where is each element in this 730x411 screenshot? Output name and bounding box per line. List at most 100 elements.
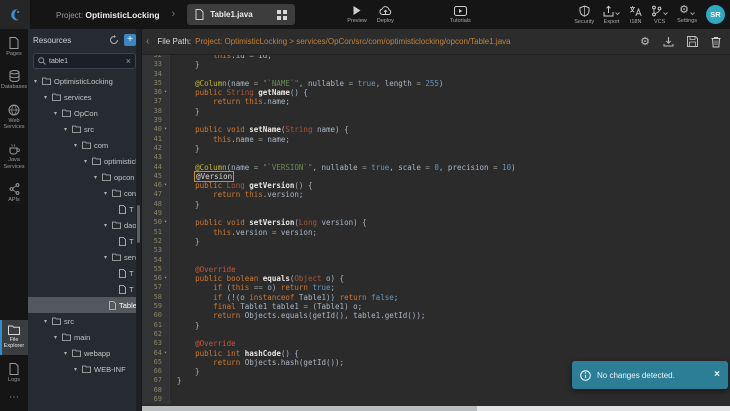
sidebar-item-java-services[interactable]: Java Services bbox=[0, 138, 28, 175]
expand-arrow-icon[interactable]: ▾ bbox=[72, 142, 79, 149]
app-logo-icon[interactable] bbox=[0, 0, 30, 29]
save-icon[interactable] bbox=[687, 36, 698, 47]
expand-arrow-icon[interactable]: ▾ bbox=[92, 174, 99, 181]
tree-item-services[interactable]: ▾services bbox=[28, 89, 141, 105]
tab-table1-java[interactable]: Table1.java bbox=[187, 4, 295, 25]
expand-arrow-icon[interactable]: ▾ bbox=[102, 254, 109, 261]
tree-item-t[interactable]: T bbox=[28, 265, 141, 281]
chevron-down-icon bbox=[615, 5, 620, 16]
sidebar-item-pages[interactable]: Pages bbox=[0, 32, 28, 62]
toast-close-icon[interactable]: × bbox=[714, 370, 720, 380]
line-number: 38 bbox=[154, 107, 162, 116]
line-number: 54 bbox=[154, 256, 162, 265]
line-number: 50 bbox=[154, 218, 162, 227]
export-button[interactable]: Export bbox=[603, 5, 620, 25]
code-line-53: 53 bbox=[142, 246, 730, 255]
tutorials-button[interactable]: Tutorials bbox=[450, 6, 471, 24]
expand-arrow-icon[interactable]: ▾ bbox=[42, 94, 49, 101]
fold-arrow-icon[interactable]: ▾ bbox=[162, 218, 169, 227]
code-line-41: 41 this.name = name; bbox=[142, 135, 730, 144]
sidebar-item-apis[interactable]: APIs bbox=[0, 178, 28, 208]
tree-item-opcon[interactable]: ▾opcon bbox=[28, 169, 141, 185]
refresh-icon[interactable] bbox=[109, 35, 119, 45]
resources-panel: Resources + × ▾OptimisticLocking▾service… bbox=[28, 29, 142, 411]
fold-arrow-icon[interactable]: ▾ bbox=[162, 88, 169, 97]
sidebar-item-databases[interactable]: Databases bbox=[0, 65, 28, 95]
line-number: 66 bbox=[154, 367, 162, 376]
tree-item-t[interactable]: T bbox=[28, 201, 141, 217]
grid-icon[interactable] bbox=[277, 10, 287, 20]
file-settings-gear-icon[interactable]: ⚙ bbox=[640, 37, 650, 47]
deploy-button[interactable]: Deploy bbox=[377, 5, 394, 24]
tree-item-controller[interactable]: ▾controller bbox=[28, 185, 141, 201]
line-number: 43 bbox=[154, 153, 162, 162]
user-avatar[interactable]: SR bbox=[706, 5, 725, 24]
tree-item-dao[interactable]: ▾dao bbox=[28, 217, 141, 233]
clear-search-icon[interactable]: × bbox=[126, 57, 131, 66]
code-line-33: 33 } bbox=[142, 60, 730, 69]
fold-arrow-icon[interactable]: ▾ bbox=[162, 181, 169, 190]
more-icon[interactable]: ⋯ bbox=[0, 388, 28, 411]
tree-item-table1-java[interactable]: Table1.java bbox=[28, 297, 141, 313]
code-line-42: 42 } bbox=[142, 144, 730, 153]
fold-arrow-icon[interactable]: ▾ bbox=[162, 125, 169, 134]
tree-item-t[interactable]: T bbox=[28, 233, 141, 249]
expand-arrow-icon[interactable]: ▾ bbox=[62, 126, 69, 133]
tree-item-optimisticlocking[interactable]: ▾ OptimisticLocking bbox=[28, 73, 141, 89]
sidebar-item-file-explorer[interactable]: File Explorer bbox=[0, 320, 28, 355]
code-line-38: 38 } bbox=[142, 107, 730, 116]
line-number: 37 bbox=[154, 97, 162, 106]
tree-item-src[interactable]: ▾src bbox=[28, 313, 141, 329]
expand-arrow-icon[interactable]: ▾ bbox=[42, 318, 49, 325]
folder-icon bbox=[102, 173, 111, 181]
file-icon bbox=[119, 205, 126, 214]
line-number: 68 bbox=[154, 386, 162, 395]
expand-arrow-icon[interactable]: ▾ bbox=[72, 366, 79, 373]
expand-arrow-icon[interactable]: ▾ bbox=[32, 78, 39, 85]
tree-item-web-inf[interactable]: ▾WEB-INF bbox=[28, 361, 141, 377]
line-number: 65 bbox=[154, 358, 162, 367]
tree-item-src[interactable]: ▾src bbox=[28, 121, 141, 137]
horizontal-scrollbar[interactable] bbox=[142, 406, 730, 411]
expand-arrow-icon[interactable]: ▾ bbox=[62, 350, 69, 357]
expand-arrow-icon[interactable]: ▾ bbox=[52, 110, 59, 117]
fold-arrow-icon[interactable]: ▾ bbox=[162, 349, 169, 358]
add-resource-button[interactable]: + bbox=[124, 34, 136, 46]
sidebar-item-logs[interactable]: Logs bbox=[0, 358, 28, 388]
line-number: 52 bbox=[154, 237, 162, 246]
tree-item-com[interactable]: ▾com bbox=[28, 137, 141, 153]
folder-icon bbox=[72, 349, 81, 357]
code-line-69: 69 bbox=[142, 395, 730, 404]
tree-item-optimisticlocking[interactable]: ▾optimisticlocking bbox=[28, 153, 141, 169]
i18n-button[interactable]: I18N bbox=[629, 5, 642, 25]
search-input[interactable] bbox=[49, 58, 123, 65]
code-line-43: 43 bbox=[142, 153, 730, 162]
file-tree: ▾OptimisticLocking▾services▾OpCon▾src▾co… bbox=[28, 73, 141, 411]
tree-item-label: T bbox=[129, 269, 134, 278]
settings-button[interactable]: ⚙ Settings bbox=[677, 5, 697, 24]
expand-arrow-icon[interactable]: ▾ bbox=[102, 190, 109, 197]
tree-item-main[interactable]: ▾main bbox=[28, 329, 141, 345]
download-icon[interactable] bbox=[663, 36, 674, 47]
expand-arrow-icon[interactable]: ▾ bbox=[102, 222, 109, 229]
expand-arrow-icon[interactable]: ▾ bbox=[52, 334, 59, 341]
tree-item-t[interactable]: T bbox=[28, 281, 141, 297]
delete-icon[interactable] bbox=[711, 36, 721, 48]
tree-item-webapp[interactable]: ▾webapp bbox=[28, 345, 141, 361]
tree-item-service[interactable]: ▾service bbox=[28, 249, 141, 265]
code-line-40: 40▾ public void setName(String name) { bbox=[142, 125, 730, 134]
tree-item-opcon[interactable]: ▾OpCon bbox=[28, 105, 141, 121]
header-tools: Security Export I18N VCS bbox=[574, 5, 730, 25]
code-line-47: 47 return this.version; bbox=[142, 190, 730, 199]
tree-item-label: OptimisticLocking bbox=[54, 77, 113, 86]
collapse-panel-icon[interactable]: ‹ bbox=[146, 37, 149, 47]
code-editor[interactable]: 32 this.id = id;33 }3435 @Column(name = … bbox=[142, 55, 730, 411]
preview-button[interactable]: Preview bbox=[347, 5, 367, 24]
sidebar-item-web-services[interactable]: Web Services bbox=[0, 99, 28, 136]
fold-arrow-icon[interactable]: ▾ bbox=[162, 274, 169, 283]
tree-item-label: T bbox=[129, 237, 134, 246]
expand-arrow-icon[interactable]: ▾ bbox=[82, 158, 89, 165]
vcs-button[interactable]: VCS bbox=[651, 5, 668, 25]
security-button[interactable]: Security bbox=[574, 5, 594, 25]
tree-scrollbar[interactable] bbox=[136, 29, 141, 411]
